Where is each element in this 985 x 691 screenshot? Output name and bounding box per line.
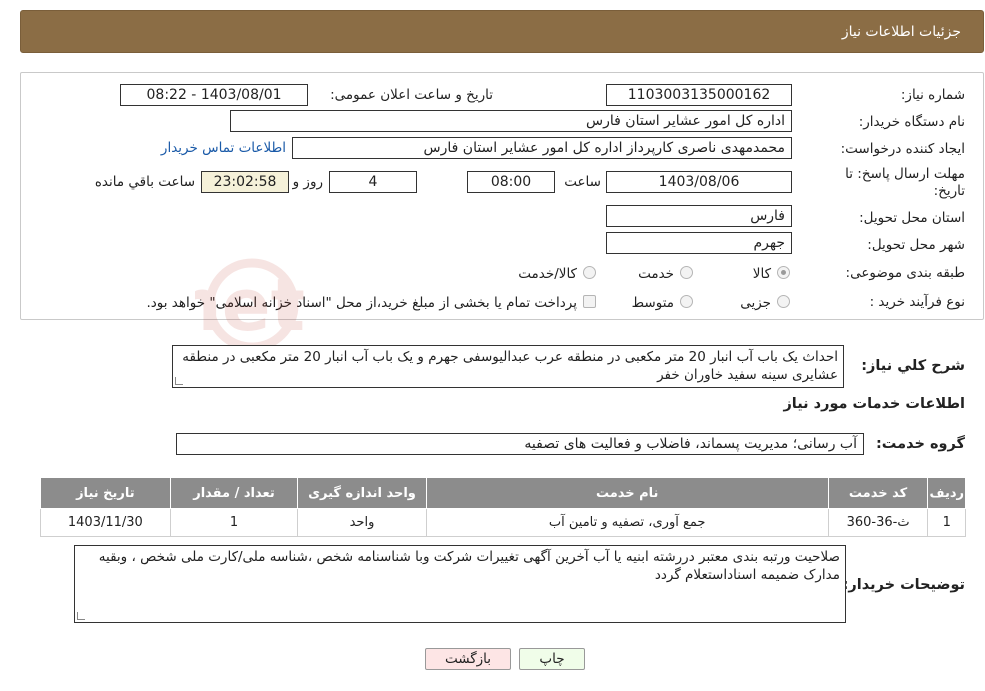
description-text: احداث یک باب آب انبار 20 متر مکعبی در من… [182,349,838,383]
process-radio-minor[interactable] [777,295,790,308]
cell-service-code: ث-36-360 [827,508,929,537]
category-label: طبقه بندی موضوعی: [845,265,965,281]
description-textarea[interactable]: احداث یک باب آب انبار 20 متر مکعبی در من… [172,345,844,388]
resize-handle-icon[interactable] [175,377,183,385]
cell-quantity: 1 [169,508,299,537]
remaining-days-label: روز و [292,174,323,190]
remaining-days-field: 4 [329,171,417,193]
table-row: 1 ث-36-360 جمع آوری، تصفیه و تامین آب وا… [40,508,966,537]
col-service-name: نام خدمت [425,477,829,509]
buyer-notes-label: توضیحات خریدار: [842,577,965,593]
process-option-minor: جزیی [740,295,771,311]
remaining-time-field: 23:02:58 [201,171,289,193]
category-radio-service[interactable] [680,266,693,279]
deadline-label: مهلت ارسال پاسخ: تا [845,166,965,182]
cell-row-number: 1 [927,508,966,537]
category-radio-goods[interactable] [777,266,790,279]
category-option-goods-service: کالا/خدمت [518,266,577,282]
col-unit: واحد اندازه گیری [297,477,427,509]
table-header-row: ردیف کد خدمت نام خدمت واحد اندازه گیری ت… [40,477,966,509]
deadline-time-field: 08:00 [467,171,555,193]
col-service-code: کد خدمت [827,477,929,509]
process-option-medium: متوسط [631,295,674,311]
service-group-field: آب رسانی؛ مدیریت پسماند، فاضلاب و فعالیت… [176,433,864,455]
buyer-notes-text: صلاحیت ورتبه بندی معتبر دررشته ابنیه یا … [98,549,840,583]
cell-service-name: جمع آوری، تصفیه و تامین آب [425,508,829,537]
service-group-label: گروه خدمت: [875,436,965,452]
page-header: جزئیات اطلاعات نیاز [20,10,984,53]
deadline-date-field: 1403/08/06 [606,171,792,193]
deadline-label-date: تاریخ: [933,183,965,199]
creator-field: محمدمهدی ناصری کارپرداز اداره کل امور عش… [292,137,792,159]
buyer-notes-textarea[interactable]: صلاحیت ورتبه بندی معتبر دررشته ابنیه یا … [74,545,846,623]
treasury-payment-checkbox[interactable] [583,295,596,308]
remaining-time-label: ساعت باقي مانده [94,174,195,190]
category-option-service: خدمت [638,266,674,282]
creator-label: ایجاد کننده درخواست: [840,141,965,157]
deadline-time-label: ساعت [564,174,601,190]
resize-handle-icon[interactable] [77,612,85,620]
need-number-field: 1103003135000162 [606,84,792,106]
back-button[interactable]: بازگشت [425,648,511,670]
col-need-date: تاریخ نیاز [40,477,171,509]
buyer-org-field: اداره کل امور عشایر استان فارس [230,110,792,132]
print-button[interactable]: چاپ [519,648,585,670]
need-info-panel: شماره نیاز: 1103003135000162 تاریخ و ساع… [20,72,984,320]
city-field: جهرم [606,232,792,254]
col-row-number: ردیف [927,477,966,509]
cell-need-date: 1403/11/30 [40,508,171,537]
announce-datetime-field: 1403/08/01 - 08:22 [120,84,308,106]
category-radio-goods-service[interactable] [583,266,596,279]
buyer-contact-link[interactable]: اطلاعات تماس خریدار [161,140,286,156]
province-field: فارس [606,205,792,227]
announce-datetime-label: تاریخ و ساعت اعلان عمومی: [330,87,493,103]
treasury-payment-note: پرداخت تمام یا بخشی از مبلغ خرید،از محل … [146,295,577,311]
province-label: استان محل تحویل: [859,210,965,226]
need-number-label: شماره نیاز: [900,87,965,103]
col-quantity: تعداد / مقدار [169,477,299,509]
city-label: شهر محل تحویل: [867,237,965,253]
description-label: شرح كلي نياز: [861,358,965,374]
services-table: ردیف کد خدمت نام خدمت واحد اندازه گیری ت… [40,477,966,537]
services-section-title: اطلاعات خدمات مورد نياز [783,396,965,412]
page-title: جزئیات اطلاعات نیاز [841,23,961,40]
category-option-goods: کالا [752,266,771,282]
process-label: نوع فرآیند خرید : [869,294,965,310]
buyer-org-label: نام دستگاه خریدار: [858,114,965,130]
process-radio-medium[interactable] [680,295,693,308]
cell-unit: واحد [297,508,427,537]
